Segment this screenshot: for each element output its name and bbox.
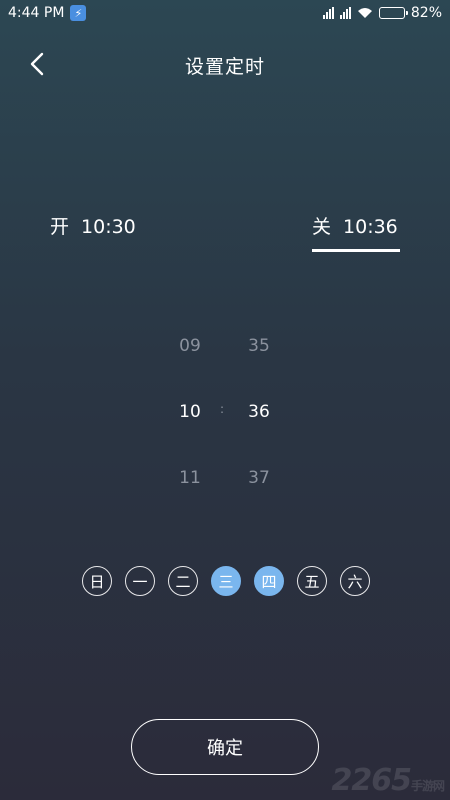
day-wednesday[interactable]: 三 <box>211 566 241 596</box>
minute-wheel[interactable]: 35 36 37 <box>229 330 289 528</box>
cell-signal-icon <box>322 7 334 19</box>
status-time: 4:44 PM <box>8 5 65 21</box>
confirm-button[interactable]: 确定 <box>131 719 319 775</box>
day-thursday[interactable]: 四 <box>254 566 284 596</box>
battery-percent: 82% <box>410 5 442 21</box>
time-separator: : <box>220 402 225 416</box>
watermark-logo: 2265手游网 <box>331 763 445 798</box>
tab-on-time-value: 10:30 <box>81 216 136 238</box>
hour-wheel[interactable]: 09 10 11 <box>160 330 220 528</box>
watermark-text: 2265 <box>331 763 411 798</box>
status-icons: 82% <box>322 5 442 21</box>
tab-off-time-value: 10:36 <box>343 216 398 238</box>
minute-option-prev[interactable]: 35 <box>229 330 289 396</box>
tab-selected-underline <box>312 249 400 252</box>
tab-on-time[interactable]: 开 10:30 <box>50 212 136 252</box>
minute-option-next[interactable]: 37 <box>229 462 289 528</box>
tab-on-label: 开 <box>50 216 70 238</box>
cell-signal-2-icon <box>339 7 351 19</box>
day-tuesday[interactable]: 二 <box>168 566 198 596</box>
day-friday[interactable]: 五 <box>297 566 327 596</box>
hour-option-selected[interactable]: 10 <box>160 396 220 462</box>
day-monday[interactable]: 一 <box>125 566 155 596</box>
tab-off-time[interactable]: 关 10:36 <box>312 212 400 252</box>
header: 设置定时 <box>0 40 450 88</box>
page-title: 设置定时 <box>184 56 265 78</box>
tab-off-label: 关 <box>312 216 332 238</box>
wifi-icon <box>357 8 372 18</box>
battery-icon <box>378 7 408 19</box>
day-sunday[interactable]: 日 <box>82 566 112 596</box>
app-notification-icon: ⚡ <box>70 5 87 21</box>
day-saturday[interactable]: 六 <box>340 566 370 596</box>
hour-option-prev[interactable]: 09 <box>160 330 220 396</box>
hour-option-next[interactable]: 11 <box>160 462 220 528</box>
status-bar: 4:44 PM ⚡ 82% <box>0 0 450 26</box>
watermark-sub: 手游网 <box>410 779 445 793</box>
time-picker: 09 10 11 : 35 36 37 <box>0 330 450 500</box>
minute-option-selected[interactable]: 36 <box>229 396 289 462</box>
weekday-selector: 日 一 二 三 四 五 六 <box>82 566 370 596</box>
